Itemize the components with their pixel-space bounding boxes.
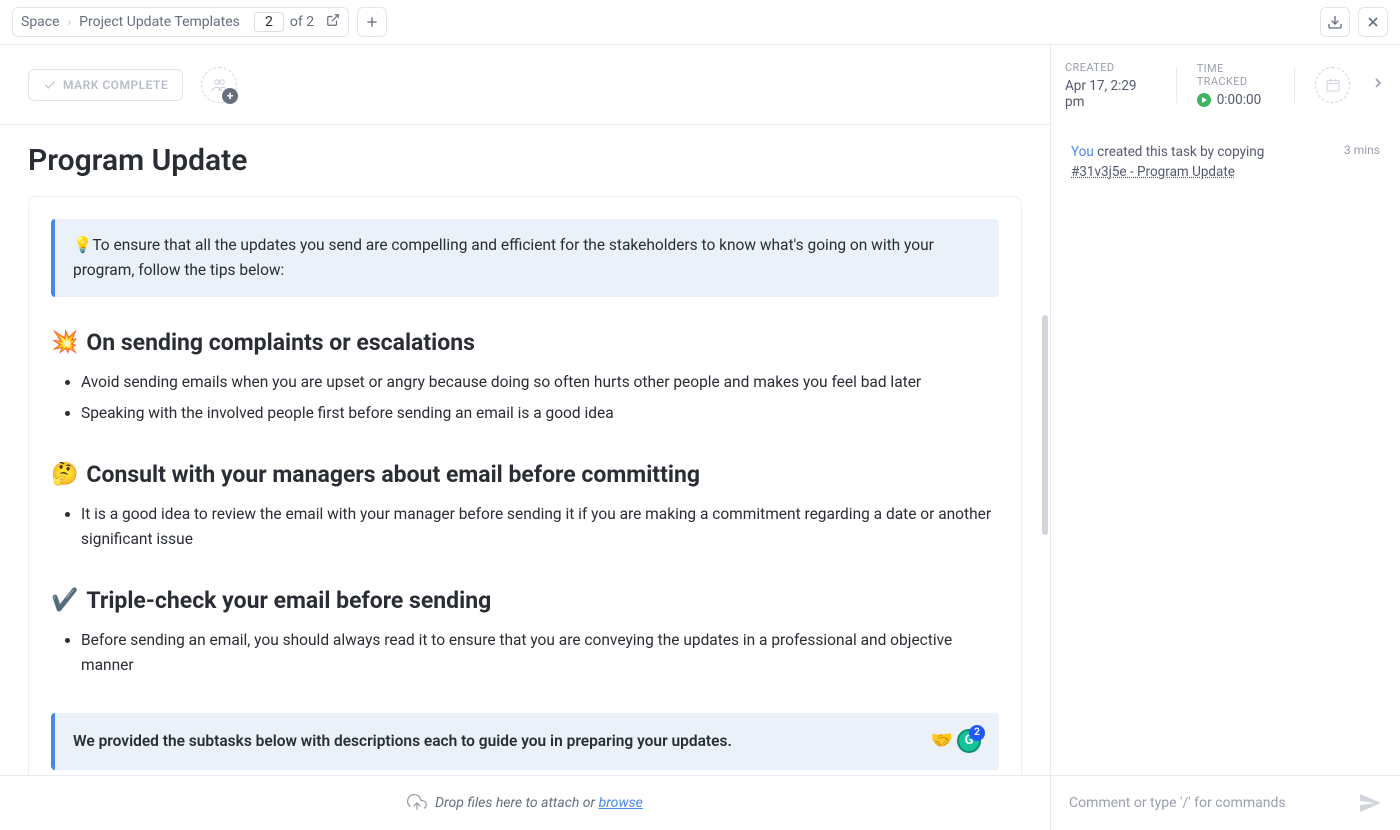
attachment-dropzone[interactable]: Drop files here to attach or browse [0, 775, 1050, 830]
page-total: of 2 [290, 14, 314, 30]
time-tracked-label: TIME TRACKED [1197, 62, 1275, 88]
external-link-icon[interactable] [326, 13, 340, 31]
section-bullets-triplecheck: Before sending an email, you should alwa… [51, 628, 999, 679]
breadcrumb-root: Space [21, 14, 60, 30]
page-title[interactable]: Program Update [28, 143, 1022, 178]
created-value: Apr 17, 2:29 pm [1065, 78, 1156, 110]
download-icon[interactable] [1320, 7, 1350, 37]
check-mark-icon: ✔️ [51, 588, 78, 613]
add-assignee-button[interactable]: + [201, 67, 237, 103]
chevron-right-icon: › [68, 15, 72, 29]
lightbulb-icon: 💡 [73, 236, 92, 254]
close-icon[interactable] [1358, 7, 1388, 37]
list-item: Before sending an email, you should alwa… [81, 628, 999, 679]
footer-callout: We provided the subtasks below with desc… [51, 713, 999, 770]
due-date-button[interactable] [1315, 67, 1350, 103]
section-heading-triplecheck: ✔️ Triple-check your email before sendin… [51, 587, 999, 614]
send-icon[interactable] [1358, 791, 1382, 815]
section-heading-text: Consult with your managers about email b… [86, 461, 700, 488]
created-label: CREATED [1065, 61, 1156, 74]
comment-input[interactable]: Comment or type '/' for commands [1069, 795, 1348, 811]
browse-link[interactable]: browse [599, 795, 643, 811]
activity-entry: You created this task by copying #31v3j5… [1071, 143, 1380, 182]
meta-created: CREATED Apr 17, 2:29 pm [1065, 61, 1156, 110]
mark-complete-label: MARK COMPLETE [63, 78, 168, 92]
mark-complete-button[interactable]: MARK COMPLETE [28, 69, 183, 101]
play-icon[interactable] [1197, 93, 1211, 107]
plus-badge-icon: + [222, 88, 238, 104]
dropzone-text: Drop files here to attach or [435, 795, 598, 811]
section-bullets-managers: It is a good idea to review the email wi… [51, 502, 999, 553]
section-bullets-escalations: Avoid sending emails when you are upset … [51, 370, 999, 427]
divider [1176, 67, 1177, 103]
main-content: Program Update 💡To ensure that all the u… [0, 125, 1050, 775]
handshake-icon: 🤝 [931, 727, 953, 756]
section-heading-managers: 🤔 Consult with your managers about email… [51, 461, 999, 488]
collision-icon: 💥 [51, 330, 78, 355]
intro-text: To ensure that all the updates you send … [73, 236, 934, 279]
page-current-input[interactable]: 2 [254, 12, 284, 32]
breadcrumb[interactable]: Space › Project Update Templates 2 of 2 [12, 7, 349, 37]
task-meta: CREATED Apr 17, 2:29 pm TIME TRACKED 0:0… [1050, 45, 1400, 125]
list-item: It is a good idea to review the email wi… [81, 502, 999, 553]
thinking-face-icon: 🤔 [51, 462, 78, 487]
activity-time: 3 mins [1344, 143, 1380, 157]
divider [1294, 67, 1295, 103]
grammarly-count: 2 [969, 725, 985, 741]
section-heading-escalations: 💥 On sending complaints or escalations [51, 329, 999, 356]
document-body[interactable]: 💡To ensure that all the updates you send… [28, 196, 1022, 775]
section-heading-text: Triple-check your email before sending [86, 587, 491, 614]
meta-time-tracked: TIME TRACKED 0:00:00 [1197, 62, 1275, 108]
scrollbar[interactable] [1042, 315, 1048, 535]
activity-verb: created this task by copying [1094, 144, 1265, 160]
activity-panel: You created this task by copying #31v3j5… [1050, 125, 1400, 775]
breadcrumb-leaf: Project Update Templates [79, 14, 240, 30]
expand-sidebar-icon[interactable] [1370, 75, 1386, 95]
grammarly-icon[interactable]: G 2 [957, 729, 981, 753]
list-item: Avoid sending emails when you are upset … [81, 370, 999, 396]
add-button[interactable] [357, 7, 387, 37]
activity-link[interactable]: #31v3j5e - Program Update [1071, 164, 1235, 180]
footer-callout-text: We provided the subtasks below with desc… [73, 729, 732, 754]
cloud-upload-icon [407, 793, 427, 813]
page-counter: 2 of 2 [254, 12, 314, 32]
section-heading-text: On sending complaints or escalations [86, 329, 475, 356]
time-tracked-value: 0:00:00 [1217, 92, 1261, 108]
comment-bar: Comment or type '/' for commands [1050, 775, 1400, 830]
top-bar: Space › Project Update Templates 2 of 2 [0, 0, 1400, 45]
intro-callout: 💡To ensure that all the updates you send… [51, 219, 999, 297]
list-item: Speaking with the involved people first … [81, 401, 999, 427]
activity-actor: You [1071, 144, 1094, 160]
